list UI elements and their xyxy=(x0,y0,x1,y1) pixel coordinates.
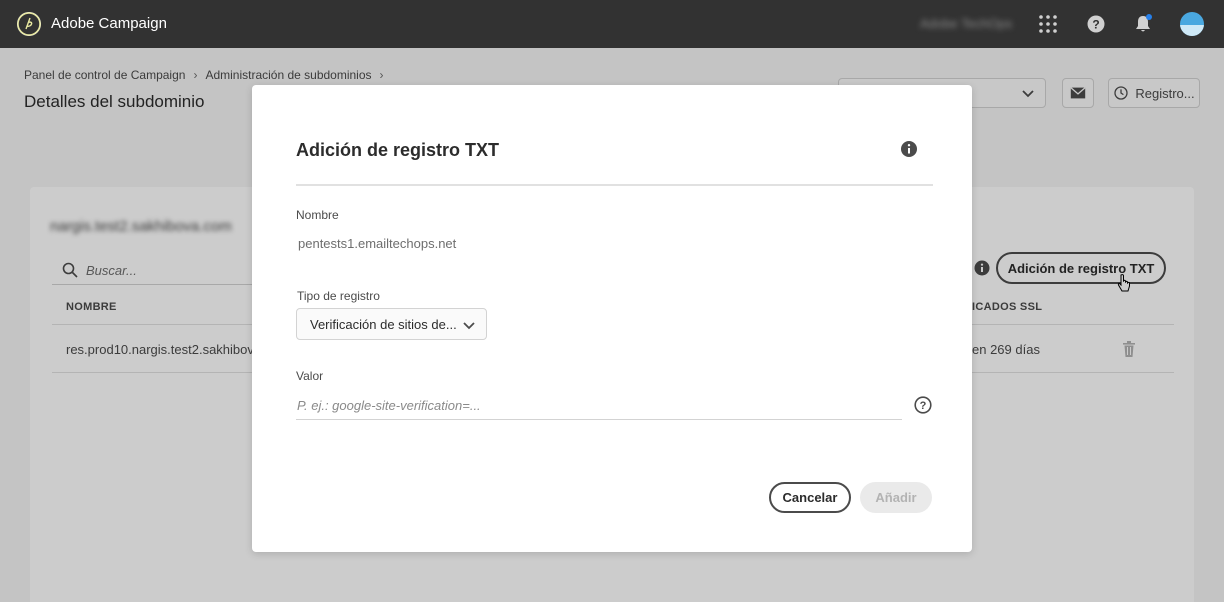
dialog-title: Adición de registro TXT xyxy=(296,140,500,160)
cancel-button[interactable]: Cancelar xyxy=(769,482,851,513)
user-avatar[interactable] xyxy=(1180,12,1204,36)
svg-text:?: ? xyxy=(1092,18,1099,32)
name-value: pentests1.emailtechops.net xyxy=(298,236,457,251)
org-name[interactable]: Adobe TechOps xyxy=(920,16,1012,31)
top-bar: Adobe Campaign Adobe TechOps ? xyxy=(0,0,1224,48)
info-icon[interactable] xyxy=(900,140,918,158)
notifications-bell-icon[interactable] xyxy=(1131,12,1155,36)
adobe-campaign-logo-icon[interactable] xyxy=(17,12,41,36)
record-type-select[interactable]: Verificación de sitios de... xyxy=(296,308,487,340)
name-label: Nombre xyxy=(296,208,339,222)
chevron-down-icon xyxy=(463,322,475,330)
apps-grid-icon[interactable] xyxy=(1036,12,1060,36)
help-icon[interactable]: ? xyxy=(1084,12,1108,36)
record-type-label: Tipo de registro xyxy=(297,289,380,303)
add-txt-record-dialog: Adición de registro TXT Nombre pentests1… xyxy=(252,85,972,552)
svg-text:?: ? xyxy=(920,400,927,412)
help-circle-icon[interactable]: ? xyxy=(914,396,932,414)
app-title[interactable]: Adobe Campaign xyxy=(51,15,167,32)
record-type-selected: Verificación de sitios de... xyxy=(310,316,457,332)
add-button[interactable]: Añadir xyxy=(860,482,932,513)
dialog-divider xyxy=(296,184,933,186)
value-label: Valor xyxy=(296,369,324,383)
value-input[interactable] xyxy=(296,392,902,420)
